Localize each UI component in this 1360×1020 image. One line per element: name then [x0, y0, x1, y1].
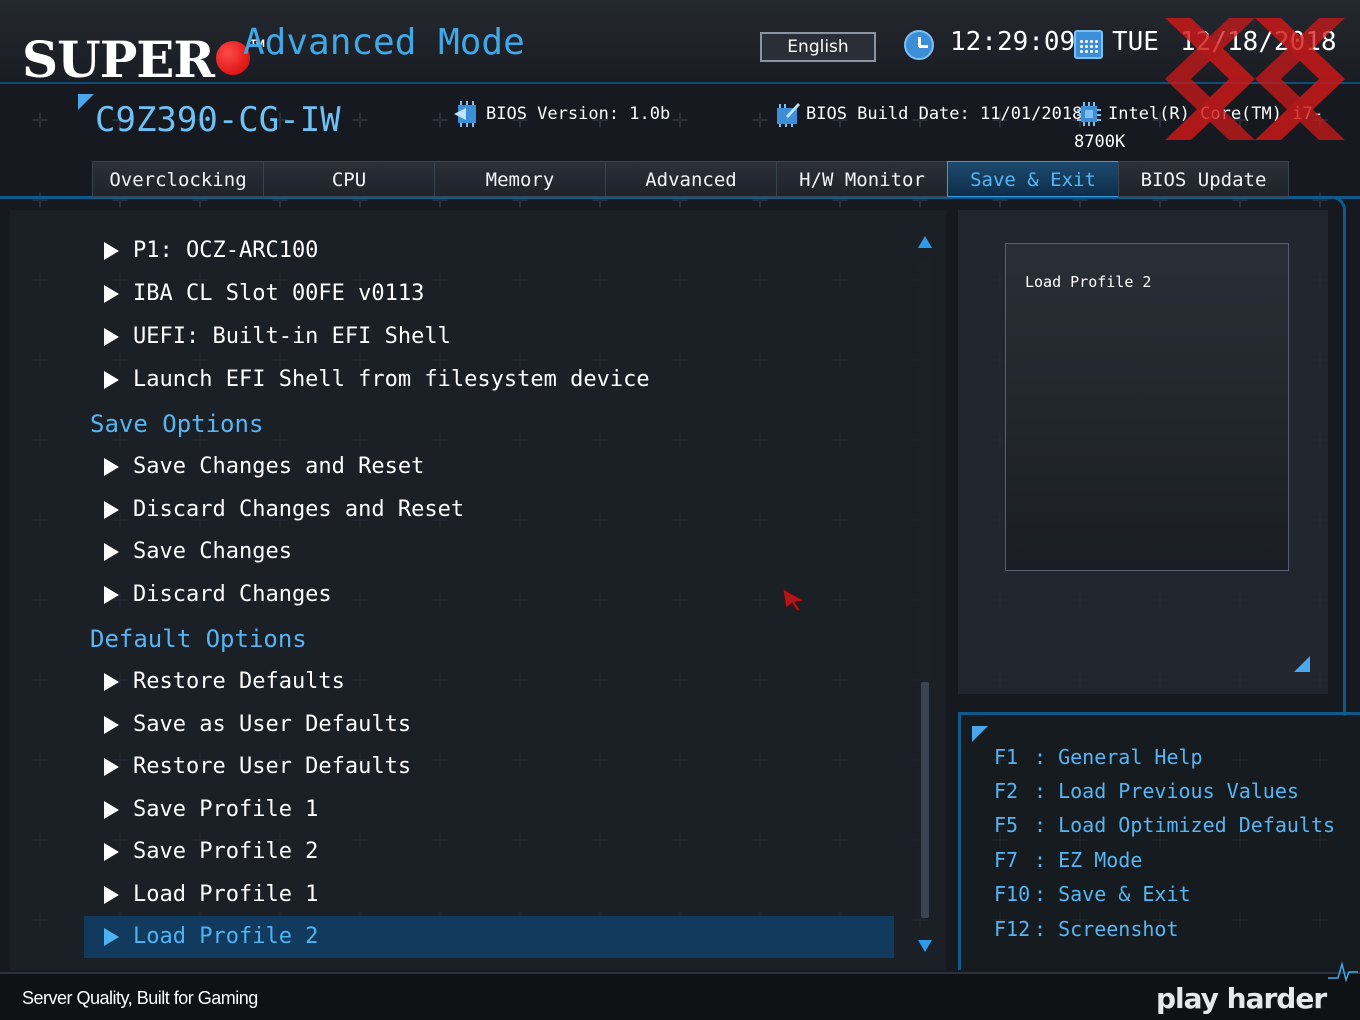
- hotkey-row: F10: Save & Exit: [994, 882, 1191, 906]
- clock-icon: [904, 30, 934, 60]
- tab-save-exit[interactable]: Save & Exit: [947, 161, 1118, 197]
- cpu-info: Intel(R) Core(TM) i7-8700K: [1074, 100, 1360, 152]
- hotkey-separator: :: [1034, 848, 1059, 872]
- bios-version: BIOS Version: 1.0b: [452, 100, 670, 128]
- bios-build-date: BIOS Build Date: 11/01/2018: [772, 100, 1082, 128]
- bios-chip-wrench-icon: [777, 103, 800, 127]
- triangle-right-icon: [104, 758, 119, 776]
- triangle-right-icon: [104, 716, 119, 734]
- triangle-right-icon: [104, 371, 119, 389]
- hotkey-separator: :: [1034, 745, 1059, 769]
- hotkey-row: F5: Load Optimized Defaults: [994, 813, 1336, 837]
- triangle-right-icon: [104, 501, 119, 519]
- default-option-item[interactable]: Save Profile 1: [84, 789, 894, 831]
- system-date: 12/18/2018: [1180, 27, 1337, 57]
- language-button[interactable]: English: [760, 32, 876, 62]
- hotkey-row: F1: General Help: [994, 745, 1203, 769]
- save-option-item[interactable]: Save Changes and Reset: [84, 446, 894, 488]
- tab-advanced[interactable]: Advanced: [605, 161, 776, 197]
- triangle-right-icon: [104, 673, 119, 691]
- pulse-line-icon: [1328, 961, 1358, 982]
- hotkey-row: F2: Load Previous Values: [994, 779, 1299, 803]
- mode-title: Advanced Mode: [243, 22, 525, 63]
- boot-override-item[interactable]: UEFI: Built-in EFI Shell: [84, 316, 894, 358]
- hotkey-row: F12: Screenshot: [994, 917, 1179, 941]
- footer-slogan: play harder: [1156, 982, 1327, 1015]
- tab-overclocking[interactable]: Overclocking: [92, 161, 263, 197]
- tab-memory[interactable]: Memory: [434, 161, 605, 197]
- triangle-right-icon: [104, 886, 119, 904]
- triangle-right-icon: [104, 242, 119, 260]
- triangle-right-icon: [104, 586, 119, 604]
- default-option-item[interactable]: Save Profile 2: [84, 831, 894, 873]
- section-save-options: Save Options: [90, 410, 264, 438]
- tab-bios-update[interactable]: BIOS Update: [1118, 161, 1289, 197]
- description-panel-frame: [1332, 196, 1346, 716]
- boot-override-item[interactable]: Launch EFI Shell from filesystem device: [84, 359, 894, 401]
- board-model: C9Z390-CG-IW: [95, 100, 341, 140]
- hotkey-row: F7: EZ Mode: [994, 848, 1143, 872]
- tab-hw-monitor[interactable]: H/W Monitor: [776, 161, 947, 197]
- default-option-item[interactable]: Save as User Defaults: [84, 704, 894, 746]
- hotkey-separator: :: [1034, 779, 1059, 803]
- boot-override-item[interactable]: P1: OCZ-ARC100: [84, 230, 894, 272]
- save-option-item[interactable]: Save Changes: [84, 531, 894, 573]
- hotkey-separator: :: [1034, 917, 1059, 941]
- cpu-chip-icon: [1077, 102, 1101, 126]
- triangle-right-icon: [104, 285, 119, 303]
- hotkey-separator: :: [1034, 813, 1059, 837]
- bios-chip-arrow-icon: [454, 101, 476, 127]
- system-time: 12:29:09: [950, 27, 1076, 57]
- mouse-cursor-icon: [782, 588, 806, 612]
- logo-text: SUPER: [22, 30, 215, 89]
- default-option-item[interactable]: Restore Defaults: [84, 661, 894, 703]
- scrollbar-thumb[interactable]: [921, 682, 929, 918]
- corner-accent-icon: [78, 94, 94, 110]
- description-box: [1005, 243, 1289, 571]
- scroll-down-arrow-icon[interactable]: [918, 940, 932, 952]
- default-option-item[interactable]: Load Profile 1: [84, 874, 894, 916]
- footer-tagline: Server Quality, Built for Gaming: [22, 988, 258, 1008]
- supermicro-logo: SUPER TM: [22, 14, 265, 89]
- triangle-right-icon: [104, 843, 119, 861]
- hotkey-separator: :: [1034, 882, 1059, 906]
- calendar-icon: [1074, 30, 1103, 59]
- save-option-item[interactable]: Discard Changes: [84, 574, 894, 616]
- corner-accent-icon: [972, 726, 988, 742]
- triangle-right-icon: [104, 928, 119, 946]
- tab-bar: Overclocking CPU Memory Advanced H/W Mon…: [92, 161, 1289, 197]
- triangle-right-icon: [104, 543, 119, 561]
- boot-override-item[interactable]: IBA CL Slot 00FE v0113: [84, 273, 894, 315]
- description-text: Load Profile 2: [1025, 273, 1152, 291]
- bios-version-text: BIOS Version: 1.0b: [486, 104, 671, 124]
- tab-cpu[interactable]: CPU: [263, 161, 434, 197]
- triangle-right-icon: [104, 328, 119, 346]
- triangle-right-icon: [104, 458, 119, 476]
- bios-build-date-text: BIOS Build Date: 11/01/2018: [806, 104, 1083, 124]
- system-day: TUE: [1112, 27, 1159, 57]
- corner-accent-icon: [1294, 656, 1310, 672]
- default-option-item-selected[interactable]: Load Profile 2: [84, 916, 894, 958]
- section-default-options: Default Options: [90, 625, 307, 653]
- default-option-item[interactable]: Restore User Defaults: [84, 746, 894, 788]
- scroll-up-arrow-icon[interactable]: [918, 236, 932, 248]
- save-option-item[interactable]: Discard Changes and Reset: [84, 489, 894, 531]
- triangle-right-icon: [104, 801, 119, 819]
